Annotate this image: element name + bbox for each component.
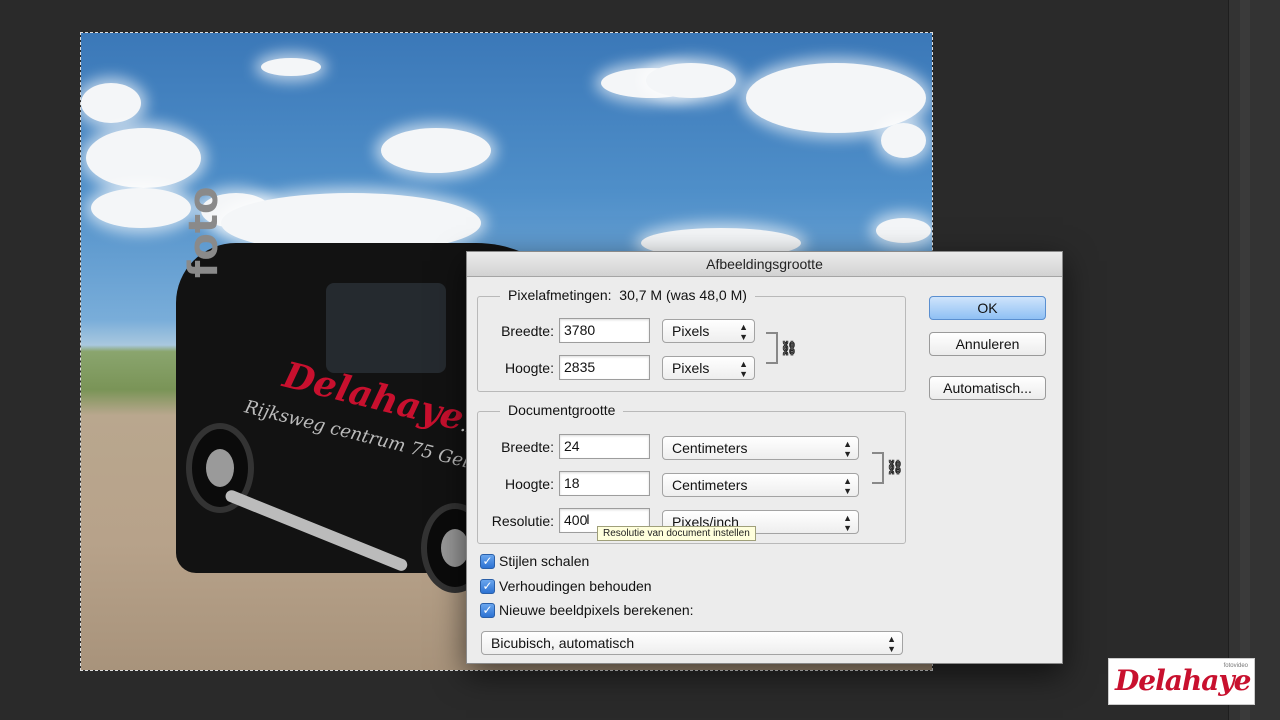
pixel-width-unit-select[interactable]: Pixels ▲ ▼ xyxy=(662,319,755,343)
pixel-dimensions-value: 30,7 M (was 48,0 M) xyxy=(619,287,747,303)
text-cursor-icon: I xyxy=(586,511,590,527)
pixel-width-unit: Pixels xyxy=(672,323,710,339)
resample-checkbox[interactable]: ✓ xyxy=(480,603,495,618)
doc-width-input[interactable]: 24 xyxy=(559,434,650,459)
doc-height-label: Hoogte: xyxy=(504,476,554,492)
doc-width-unit-select[interactable]: Centimeters ▲ ▼ xyxy=(662,436,859,460)
resolution-label: Resolutie: xyxy=(491,513,554,529)
auto-button[interactable]: Automatisch... xyxy=(929,376,1046,400)
resample-method-value: Bicubisch, automatisch xyxy=(491,635,635,651)
ok-button[interactable]: OK xyxy=(929,296,1046,320)
pixel-width-input[interactable]: 3780 xyxy=(559,318,650,343)
resolution-tooltip: Resolutie van document instellen xyxy=(597,526,756,541)
doc-height-unit-select[interactable]: Centimeters ▲ ▼ xyxy=(662,473,859,497)
brand-watermark: fotovideo Delahaye xyxy=(1108,658,1255,705)
updown-arrows-icon: ▲ ▼ xyxy=(887,634,896,654)
pixel-width-label: Breedte: xyxy=(501,323,554,339)
panel-strip xyxy=(1228,0,1280,720)
updown-arrows-icon: ▲ ▼ xyxy=(843,476,852,496)
updown-arrows-icon: ▲ ▼ xyxy=(739,359,748,379)
chain-link-icon: ⛓ xyxy=(780,340,798,356)
scale-styles-checkbox[interactable]: ✓ xyxy=(480,554,495,569)
photoshop-workspace: foto Delahaye.nl Rijksweg centrum 75 Gel… xyxy=(0,0,1280,720)
pixel-link-bracket xyxy=(766,332,778,364)
resample-method-select[interactable]: Bicubisch, automatisch ▲ ▼ xyxy=(481,631,903,655)
cancel-button[interactable]: Annuleren xyxy=(929,332,1046,356)
image-size-dialog: Afbeeldingsgrootte Pixelafmetingen: 30,7… xyxy=(466,251,1063,664)
constrain-proportions-checkbox[interactable]: ✓ xyxy=(480,579,495,594)
pixel-height-unit-select[interactable]: Pixels ▲ ▼ xyxy=(662,356,755,380)
pixel-dimensions-label: Pixelafmetingen: xyxy=(508,287,612,303)
pixel-height-label: Hoogte: xyxy=(504,360,554,376)
doc-height-input[interactable]: 18 xyxy=(559,471,650,496)
doc-width-unit: Centimeters xyxy=(672,440,748,456)
doc-height-unit: Centimeters xyxy=(672,477,748,493)
doc-link-bracket xyxy=(872,452,884,484)
doc-width-label: Breedte: xyxy=(501,439,554,455)
pixel-dimensions-title: Pixelafmetingen: 30,7 M (was 48,0 M) xyxy=(500,287,755,303)
updown-arrows-icon: ▲ ▼ xyxy=(843,513,852,533)
updown-arrows-icon: ▲ ▼ xyxy=(843,439,852,459)
pixel-height-input[interactable]: 2835 xyxy=(559,355,650,380)
brand-logo-text: Delahaye xyxy=(1115,664,1251,697)
panel-scrollbar[interactable] xyxy=(1240,0,1250,720)
updown-arrows-icon: ▲ ▼ xyxy=(739,322,748,342)
dialog-title[interactable]: Afbeeldingsgrootte xyxy=(467,252,1062,277)
scale-styles-label: Stijlen schalen xyxy=(499,553,590,569)
document-size-title: Documentgrootte xyxy=(500,402,624,418)
constrain-proportions-label: Verhoudingen behouden xyxy=(499,578,652,594)
resample-label: Nieuwe beeldpixels berekenen: xyxy=(499,602,694,618)
chain-link-icon: ⛓ xyxy=(886,459,904,475)
pixel-height-unit: Pixels xyxy=(672,360,710,376)
